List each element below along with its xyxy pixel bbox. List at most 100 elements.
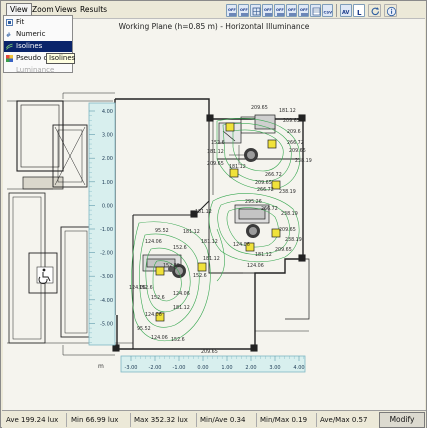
vertical-ruler-label: 4.00 [102,109,113,115]
menu-item-isolines[interactable]: Isolines [4,41,72,52]
vertical-ruler-label: -2.00 [100,251,113,257]
wheelchair-icon [36,266,54,285]
toolbar: OFF OFF OFF OFF OFF OFF CSV AV L [226,3,426,19]
vertical-ruler-label: -3.00 [100,274,113,280]
toggle-off-button-5[interactable]: OFF [286,4,297,17]
isoline-value-label: 152.6 [193,273,207,279]
scale-unit-label: m [98,363,104,370]
status-bar: Ave 199.24 lux Min 66.99 lux Max 352.32 … [2,410,426,428]
isoline-value-label: 181.12 [203,256,220,262]
isoline-value-label: 209.65 [207,161,224,167]
toggle-off-button-2[interactable]: OFF [238,4,249,17]
luminance-button[interactable]: L [353,4,365,17]
luminance-label: L [357,9,362,17]
isoline-value-label: 266.72 [265,172,282,178]
isoline-value-label: 95.52 [155,228,169,234]
toggle-off-label: OFF [264,8,272,12]
status-divider [316,413,317,427]
refresh-icon [371,7,380,16]
info-button[interactable] [384,4,397,17]
isoline-value-label: 238.19 [285,237,302,243]
isoline-value-label: 181.12 [229,164,246,170]
toggle-off-button-4[interactable]: OFF [274,4,285,17]
refresh-button[interactable] [368,4,381,17]
isoline-value-label: 209.6 [287,129,301,135]
isoline-value-label: 181.12 [195,209,212,215]
fit-icon [6,19,13,26]
isoline-value-label: 209.65 [283,118,300,124]
table-view-button[interactable] [310,4,321,17]
svg-text:#: # [6,32,11,38]
status-divider [196,413,197,427]
status-minimum: Min 66.99 lux [71,416,119,424]
isoline-value-label: 181.12 [201,239,218,245]
status-divider [130,413,131,427]
export-csv-button[interactable]: CSV [322,4,333,17]
isoline-value-label: 181.12 [255,252,272,258]
toggle-off-label: OFF [240,8,248,12]
vertical-ruler-label: 1.00 [102,180,113,186]
grid-view-button[interactable] [250,4,261,17]
average-view-button[interactable]: AV [340,4,352,17]
isoline-value-label: 181.12 [207,149,224,155]
status-divider [66,413,67,427]
toggle-off-label: OFF [228,8,236,12]
floor-plan-drawing[interactable]: 4.00 3.00 2.00 1.00 0.00 -1.00 -2.00 -3.00 -4.00… [3,19,425,411]
menu-item-numeric-label: Numeric [16,30,46,38]
modify-button[interactable]: Modify [379,412,425,428]
isoline-value-label: 238.19 [279,189,296,195]
horizontal-ruler-label: 3.00 [269,365,280,371]
isoline-value-label: 152.6 [151,295,165,301]
isoline-value-label: 181.12 [279,108,296,114]
isoline-value-label: 209.65 [279,227,296,233]
status-min-max: Min/Max 0.19 [260,416,308,424]
isolines-icon [6,43,13,50]
status-min-ave: Min/Ave 0.34 [200,416,246,424]
menu-item-numeric[interactable]: # Numeric [4,29,72,40]
menu-item-isolines-label: Isolines [16,42,43,50]
menu-item-fit-label: Fit [16,18,25,26]
menu-views[interactable]: Views [55,5,77,14]
isoline-value-label: 124.06 [151,335,168,341]
menu-item-fit[interactable]: Fit [4,17,72,28]
vertical-ruler-label: -1.00 [100,227,113,233]
toggle-off-label: OFF [276,8,284,12]
status-divider [256,413,257,427]
export-csv-label: CSV [324,10,333,15]
horizontal-ruler-label: 4.00 [293,365,304,371]
isoline-value-label: 295.26 [245,199,262,205]
menu-item-luminance-label: Luminance [16,66,55,74]
average-view-label: AV [342,10,350,16]
pseudo-colors-icon [6,55,13,62]
isoline-value-label: 209.65 [201,349,218,355]
vertical-ruler-label: 3.00 [102,133,113,139]
isoline-value-label: 266.72 [257,187,274,193]
isoline-value-label: 266.72 [287,140,304,146]
view-menu-dropdown: Fit # Numeric Isolines Pseudo co Luminan… [3,15,73,76]
vertical-scale-ruler: 4.00 3.00 2.00 1.00 0.00 -1.00 -2.00 -3.00 -4.00… [88,102,116,346]
toggle-off-button-6[interactable]: OFF [298,4,309,17]
toggle-off-button-3[interactable]: OFF [262,4,273,17]
vertical-ruler-label: 0.00 [102,203,113,209]
horizontal-ruler-label: 0.00 [197,365,208,371]
vertical-ruler-label: -4.00 [100,298,113,304]
horizontal-ruler-label: 1.00 [221,365,232,371]
drawing-canvas[interactable]: Working Plane (h=0.85 m) - Horizontal Il… [3,18,425,411]
isoline-value-label: 124.06 [233,242,250,248]
horizontal-ruler-label: -1.00 [173,365,186,371]
status-maximum: Max 352.32 lux [134,416,188,424]
toggle-off-label: OFF [300,8,308,12]
status-ave-max: Ave/Max 0.57 [320,416,368,424]
menu-zoom[interactable]: Zoom [32,5,54,14]
horizontal-ruler-label: -2.00 [149,365,162,371]
toggle-off-label: OFF [288,8,296,12]
isoline-value-label: 209.65 [289,148,306,154]
menu-results[interactable]: Results [80,5,107,14]
isoline-value-label: 152.6 [171,337,185,343]
isoline-value-label: 209.65 [251,105,268,111]
vertical-ruler-label: 2.00 [102,156,113,162]
isoline-value-label: 209.65 [255,180,272,186]
toggle-off-button-1[interactable]: OFF [226,4,237,17]
menu-item-luminance: Luminance [4,65,72,76]
application-window: View Zoom Views Results OFF OFF OFF OFF … [0,0,427,428]
